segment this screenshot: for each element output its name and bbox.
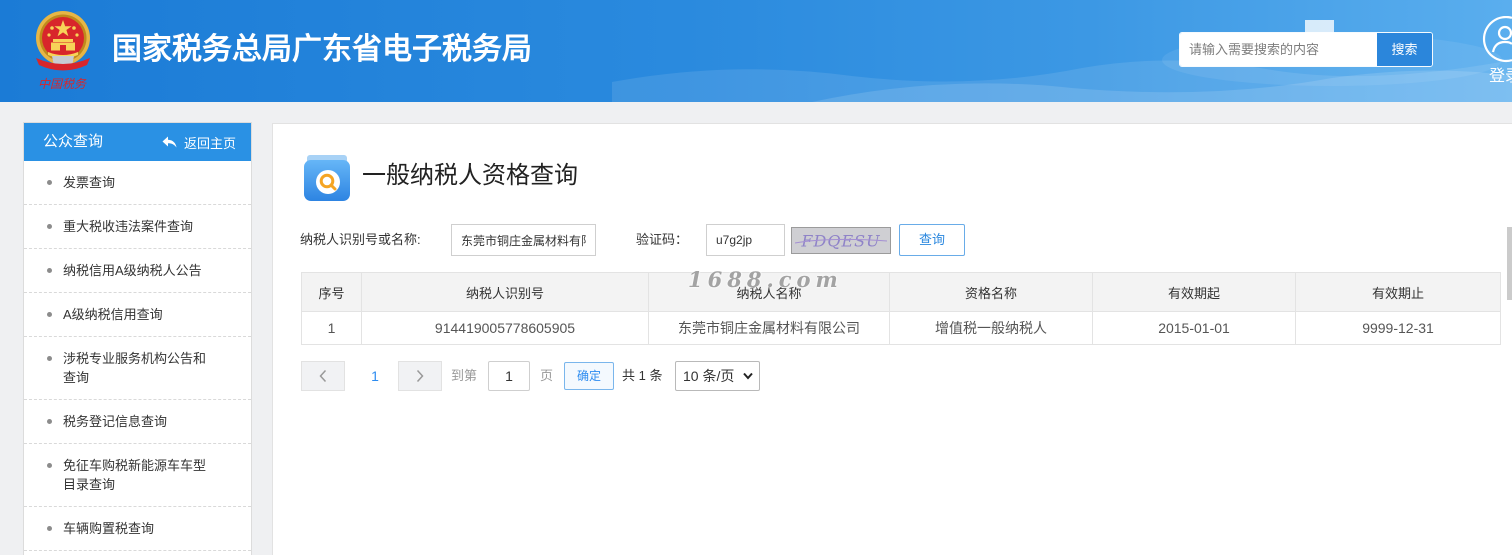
floating-side-tab[interactable]	[1507, 227, 1512, 300]
login-link[interactable]: 登录	[1489, 67, 1512, 87]
header-search: 搜索	[1179, 32, 1433, 67]
column-header-qualification: 资格名称	[889, 272, 1093, 312]
bullet-icon	[47, 526, 52, 531]
bullet-icon	[47, 356, 52, 361]
column-header-valid-from: 有效期起	[1092, 272, 1296, 312]
sidebar-item-invoice-query[interactable]: 发票查询	[24, 161, 251, 205]
goto-prefix-label: 到第	[451, 368, 478, 383]
cell-qualification: 增值税一般纳税人	[889, 311, 1093, 345]
site-header: 中国税务 国家税务总局广东省电子税务局 搜索 登录	[0, 0, 1512, 102]
user-icon[interactable]	[1482, 16, 1512, 64]
cell-index: 1	[301, 311, 362, 345]
watermark: 1688.com	[688, 267, 843, 292]
taxpayer-id-input[interactable]	[451, 224, 596, 256]
sidebar-item-tax-service-agencies[interactable]: 涉税专业服务机构公告和查询	[24, 337, 251, 400]
sidebar-item-a-level-credit-query[interactable]: A级纳税信用查询	[24, 293, 251, 337]
sidebar-item-label: 重大税收违法案件查询	[63, 219, 194, 234]
captcha-input[interactable]	[706, 224, 785, 256]
chevron-right-icon	[416, 369, 424, 383]
query-button[interactable]: 查询	[899, 224, 965, 256]
cell-taxpayer-name: 东莞市铜庄金属材料有限公司	[648, 311, 890, 345]
sidebar-item-new-energy-vehicle-catalog[interactable]: 免征车购税新能源车车型目录查询	[24, 444, 251, 507]
sidebar-item-tax-registration[interactable]: 税务登记信息查询	[24, 400, 251, 444]
chevron-down-icon	[743, 372, 753, 380]
captcha-label: 验证码：	[636, 232, 689, 247]
sidebar: 公众查询 返回主页 发票查询 重大税收违法案件查询 纳税信用A级纳税人公告 A级…	[23, 122, 252, 555]
total-count-label: 共 1 条	[622, 368, 663, 383]
sidebar-item-label: A级纳税信用查询	[63, 307, 163, 322]
column-header-index: 序号	[301, 272, 362, 312]
tax-emblem-logo[interactable]	[30, 8, 96, 76]
chevron-left-icon	[319, 369, 327, 383]
sidebar-item-label: 免征车购税新能源车车型目录查询	[63, 458, 207, 492]
page-title: 一般纳税人资格查询	[362, 162, 578, 189]
sidebar-item-a-level-announcement[interactable]: 纳税信用A级纳税人公告	[24, 249, 251, 293]
bullet-icon	[47, 180, 52, 185]
cell-valid-to: 9999-12-31	[1295, 311, 1501, 345]
sidebar-title: 公众查询	[43, 133, 104, 150]
bullet-icon	[47, 419, 52, 424]
back-arrow-icon	[162, 136, 177, 148]
captcha-image[interactable]: FDQESU	[791, 227, 891, 254]
taxpayer-id-label: 纳税人识别号或名称:	[300, 232, 421, 247]
search-button[interactable]: 搜索	[1376, 33, 1432, 66]
sidebar-item-label: 车辆购置税查询	[63, 521, 155, 536]
sidebar-item-tax-violation-cases[interactable]: 重大税收违法案件查询	[24, 205, 251, 249]
goto-page-input[interactable]	[488, 361, 530, 391]
back-home-label: 返回主页	[183, 135, 236, 151]
goto-confirm-button[interactable]: 确定	[564, 362, 614, 390]
cell-taxpayer-id: 914419005778605905	[361, 311, 649, 345]
page-size-select[interactable]: 10 条/页	[675, 361, 760, 391]
prev-page-button[interactable]	[301, 361, 345, 391]
bullet-icon	[47, 312, 52, 317]
sidebar-header: 公众查询 返回主页	[24, 123, 251, 161]
table-row: 1 914419005778605905 东莞市铜庄金属材料有限公司 增值税一般…	[301, 311, 1501, 345]
sidebar-item-label: 发票查询	[63, 175, 116, 190]
site-title[interactable]: 国家税务总局广东省电子税务局	[112, 30, 532, 70]
back-home-link[interactable]: 返回主页	[162, 123, 236, 161]
next-page-button[interactable]	[398, 361, 442, 391]
bullet-icon	[47, 463, 52, 468]
sidebar-item-label: 纳税信用A级纳税人公告	[63, 263, 202, 278]
bullet-icon	[47, 268, 52, 273]
sidebar-item-vehicle-purchase-tax[interactable]: 车辆购置税查询	[24, 507, 251, 551]
column-header-taxpayer-id: 纳税人识别号	[361, 272, 649, 312]
search-input[interactable]	[1180, 33, 1376, 66]
cell-valid-from: 2015-01-01	[1092, 311, 1296, 345]
main-panel: 一般纳税人资格查询 纳税人识别号或名称: 验证码： FDQESU 查询 序号 纳…	[272, 123, 1512, 555]
emblem-caption: 中国税务	[38, 77, 87, 91]
goto-suffix-label: 页	[540, 368, 554, 383]
query-magnifier-icon	[304, 155, 350, 201]
bullet-icon	[47, 224, 52, 229]
table-header-row: 序号 纳税人识别号 纳税人名称 资格名称 有效期起 有效期止	[301, 272, 1501, 312]
current-page-number[interactable]: 1	[369, 361, 381, 391]
result-table: 序号 纳税人识别号 纳税人名称 资格名称 有效期起 有效期止 1 9144190…	[301, 272, 1501, 345]
sidebar-item-label: 税务登记信息查询	[63, 414, 168, 429]
sidebar-item-label: 涉税专业服务机构公告和查询	[63, 351, 207, 385]
page-size-value: 10 条/页	[683, 368, 735, 384]
column-header-valid-to: 有效期止	[1295, 272, 1501, 312]
